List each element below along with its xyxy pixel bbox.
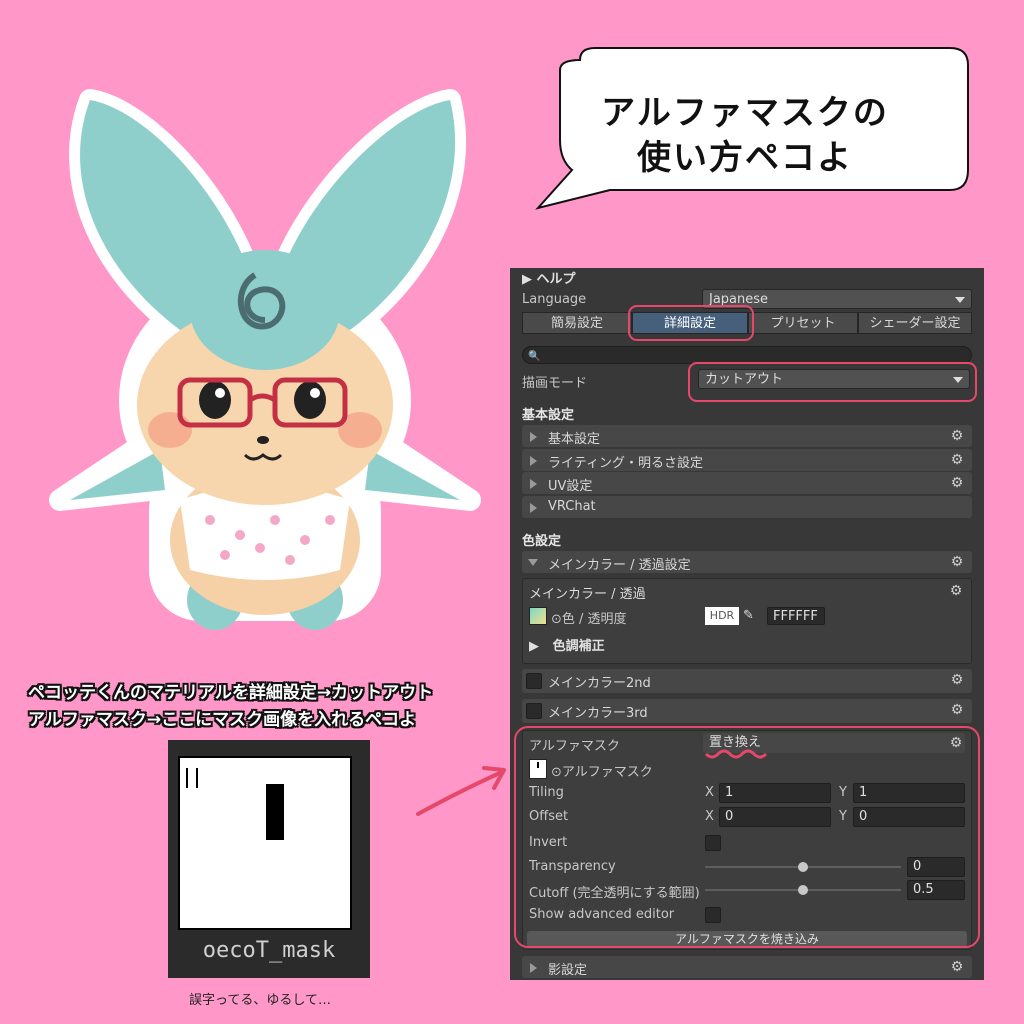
gear-icon[interactable]: ⚙ <box>950 555 964 569</box>
pointer-arrow-icon <box>416 766 506 816</box>
foldout-main-color[interactable]: メインカラー / 透過設定 ⚙ <box>522 551 972 573</box>
advanced-editor-label: Show advanced editor <box>529 907 675 922</box>
foldout-lighting-label: ライティング・明るさ設定 <box>548 456 703 471</box>
help-label: ヘルプ <box>536 272 576 287</box>
alpha-mask-texture-text: アルファマスク <box>561 765 653 780</box>
bubble-line-2: 使い方ペコよ <box>637 138 853 178</box>
alpha-mask-texture-label: ⊙アルファマスク <box>551 765 653 780</box>
tiling-x-field[interactable]: 1 <box>719 783 831 803</box>
eyedropper-icon[interactable]: ✎ <box>743 608 754 623</box>
alpha-mask-title: アルファマスク <box>529 739 620 754</box>
foldout-basic-label: 基本設定 <box>548 432 601 447</box>
caption-line-1: ペコッテくんのマテリアルを詳細設定→カットアウト <box>28 683 434 703</box>
chevron-down-icon <box>955 297 965 303</box>
color-settings-header: 色設定 <box>522 534 562 549</box>
cutoff-slider-knob[interactable] <box>798 885 808 895</box>
transparency-slider-knob[interactable] <box>798 862 808 872</box>
foldout-main3-label: メインカラー3rd <box>548 706 648 721</box>
typo-note: 誤字ってる、ゆるして… <box>189 993 331 1008</box>
bubble-line-1: アルファマスクの <box>601 93 889 133</box>
main-color-box: メインカラー / 透過 ⚙ ⊙色 / 透明度 HDR ✎ FFFFFF ▶ 色調… <box>522 578 972 664</box>
color-alpha-text: 色 / 透明度 <box>561 612 627 627</box>
foldout-lighting[interactable]: ライティング・明るさ設定 ⚙ <box>522 449 972 471</box>
triangle-right-icon <box>530 479 537 489</box>
main3-checkbox[interactable] <box>526 703 542 719</box>
foldout-vrchat[interactable]: VRChat <box>522 496 972 518</box>
hdr-color-swatch[interactable]: HDR <box>705 607 739 625</box>
chevron-down-icon <box>953 377 963 383</box>
offset-x-field[interactable]: 0 <box>719 807 831 827</box>
color-hex-field[interactable]: FFFFFF <box>767 607 825 625</box>
tiling-label: Tiling <box>529 785 564 800</box>
search-icon: 🔍 <box>528 351 541 362</box>
triangle-right-icon <box>530 456 537 466</box>
triangle-down-icon <box>528 559 538 566</box>
render-mode-value: カットアウト <box>705 372 784 387</box>
help-foldout[interactable]: ▶ ヘルプ <box>522 268 576 287</box>
tab-advanced[interactable]: 詳細設定 <box>632 312 748 334</box>
tab-preset[interactable]: プリセット <box>748 312 858 334</box>
gear-icon[interactable]: ⚙ <box>950 703 964 717</box>
mascot-illustration <box>49 89 481 630</box>
main-color-box-title: メインカラー / 透過 <box>529 587 646 602</box>
transparency-label: Transparency <box>529 859 616 874</box>
gear-icon[interactable]: ⚙ <box>950 673 964 687</box>
foldout-shadow-label: 影設定 <box>548 963 588 978</box>
alpha-mask-box: アルファマスク 置き換え ⚙ ⊙アルファマスク Tiling X 1 Y 1 O… <box>522 730 972 950</box>
offset-x-label: X <box>705 809 714 824</box>
search-input[interactable]: 🔍 <box>522 346 972 364</box>
cutoff-label: Cutoff (完全透明にする範囲) <box>529 886 700 901</box>
render-mode-label: 描画モード <box>522 376 588 391</box>
gear-icon[interactable]: ⚙ <box>950 453 964 467</box>
gear-icon[interactable]: ⚙ <box>949 584 963 598</box>
transparency-field[interactable]: 0 <box>907 857 965 877</box>
lilToon-inspector-panel: ▶ ヘルプ Language Japanese 簡易設定 詳細設定 プリセット … <box>510 268 984 980</box>
language-value: Japanese <box>709 292 769 307</box>
render-mode-dropdown[interactable]: カットアウト <box>698 369 970 389</box>
mask-filename: oecoT_mask <box>202 938 336 963</box>
foldout-uv-label: UV設定 <box>548 479 593 494</box>
foldout-shadow[interactable]: 影設定 ⚙ <box>522 956 972 978</box>
gear-icon[interactable]: ⚙ <box>949 736 963 750</box>
alpha-mask-texture-slot[interactable] <box>529 759 547 779</box>
gear-icon[interactable]: ⚙ <box>950 960 964 974</box>
invert-checkbox[interactable] <box>705 835 721 851</box>
triangle-right-icon <box>530 432 537 442</box>
color-alpha-label: ⊙色 / 透明度 <box>551 612 627 627</box>
mask-image <box>178 756 352 930</box>
foldout-main2[interactable]: メインカラー2nd ⚙ <box>522 669 972 693</box>
language-dropdown[interactable]: Japanese <box>702 289 972 309</box>
foldout-vrchat-label: VRChat <box>548 499 596 514</box>
tiling-y-label: Y <box>839 785 847 800</box>
triangle-right-icon <box>530 963 537 973</box>
foldout-basic[interactable]: 基本設定 ⚙ <box>522 425 972 447</box>
advanced-editor-checkbox[interactable] <box>705 907 721 923</box>
tiling-y-field[interactable]: 1 <box>853 783 965 803</box>
tiling-x-label: X <box>705 785 714 800</box>
caption-line-2: アルファマスク→ここにマスク画像を入れるペコよ <box>28 710 417 730</box>
color-correction-label: 色調補正 <box>552 639 605 654</box>
mask-texture-thumbnail: oecoT_mask <box>168 740 370 978</box>
main2-checkbox[interactable] <box>526 673 542 689</box>
invert-label: Invert <box>529 835 568 850</box>
tab-shader-settings[interactable]: シェーダー設定 <box>858 312 972 334</box>
tab-simple[interactable]: 簡易設定 <box>522 312 632 334</box>
offset-label: Offset <box>529 809 569 824</box>
foldout-main2-label: メインカラー2nd <box>548 676 651 691</box>
offset-y-label: Y <box>839 809 847 824</box>
foldout-main3[interactable]: メインカラー3rd ⚙ <box>522 699 972 723</box>
basic-settings-header: 基本設定 <box>522 408 575 423</box>
offset-y-field[interactable]: 0 <box>853 807 965 827</box>
triangle-right-icon <box>530 503 537 513</box>
language-label: Language <box>522 292 587 307</box>
foldout-uv[interactable]: UV設定 ⚙ <box>522 472 972 494</box>
gear-icon[interactable]: ⚙ <box>950 476 964 490</box>
gear-icon[interactable]: ⚙ <box>950 429 964 443</box>
squiggle-underline <box>704 749 768 759</box>
cutoff-field[interactable]: 0.5 <box>907 880 965 900</box>
foldout-main-color-label: メインカラー / 透過設定 <box>548 558 691 573</box>
bake-alpha-mask-button[interactable]: アルファマスクを焼き込み <box>527 931 967 947</box>
texture-slot-icon[interactable] <box>529 607 547 625</box>
color-correction-foldout[interactable]: ▶ 色調補正 <box>529 635 605 654</box>
